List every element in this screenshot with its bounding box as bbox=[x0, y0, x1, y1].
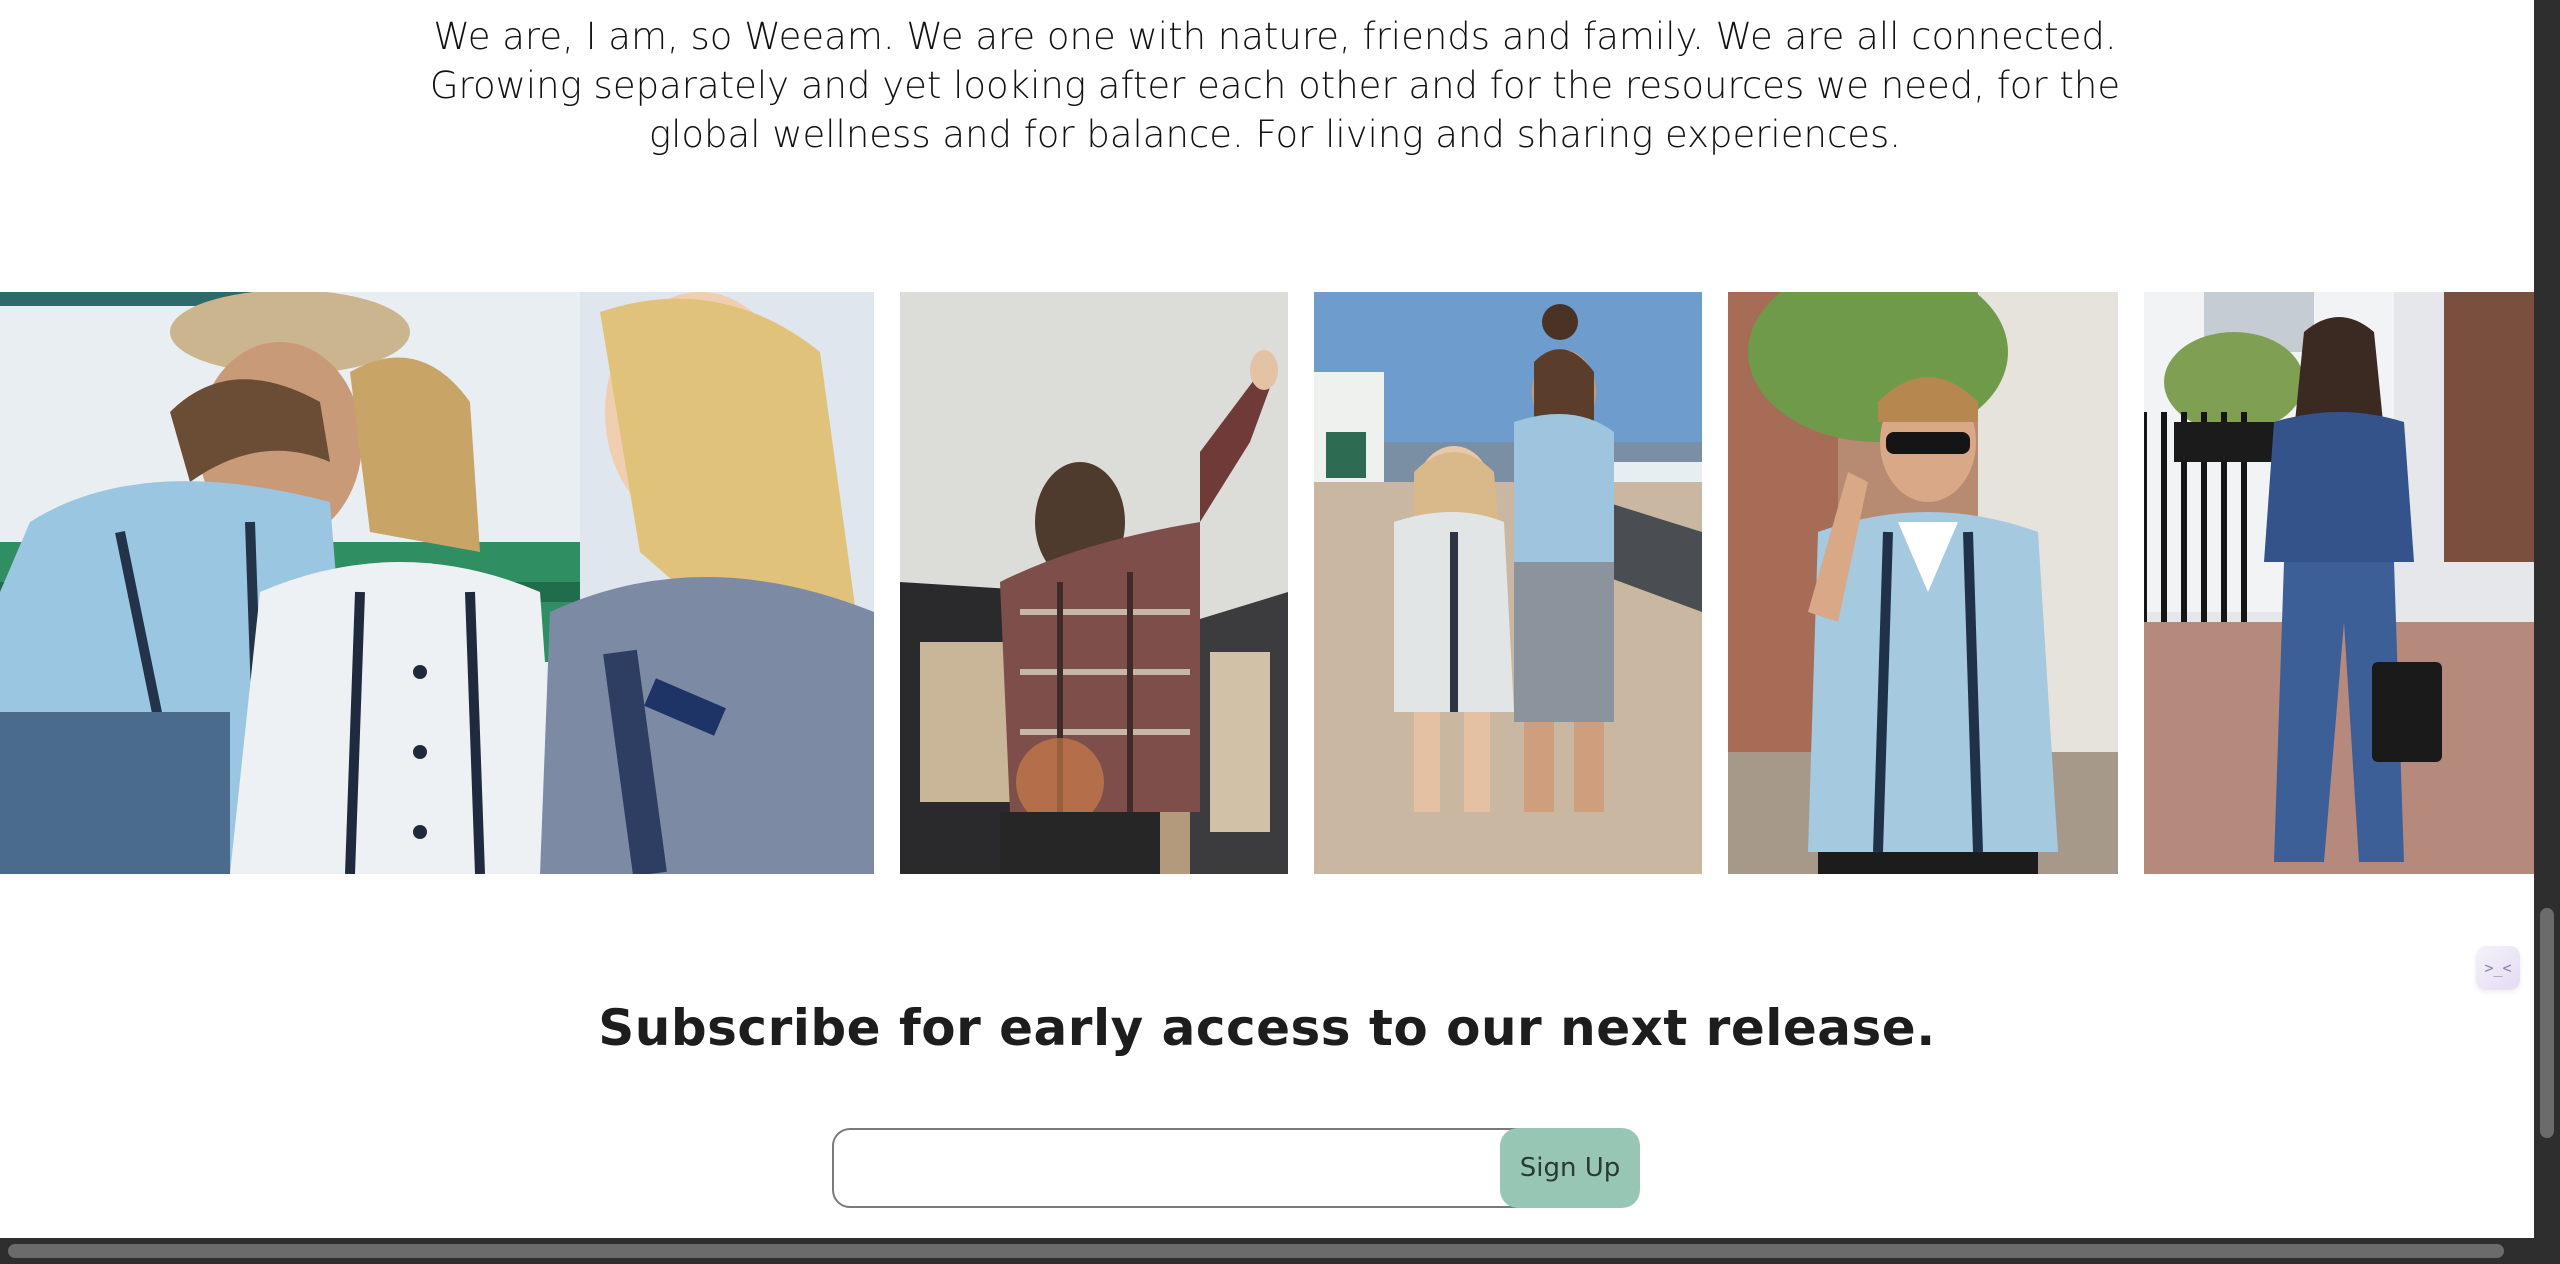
intro-line-2: Growing separately and yet looking after… bbox=[429, 64, 2121, 107]
photo-woman-car[interactable] bbox=[900, 292, 1288, 874]
signup-form: Sign Up bbox=[832, 1128, 1640, 1208]
photo-gallery bbox=[0, 292, 2534, 874]
subscribe-heading: Subscribe for early access to our next r… bbox=[598, 999, 1936, 1057]
horizontal-scrollbar-thumb[interactable] bbox=[8, 1244, 2504, 1258]
photo-mother-daughter-beach[interactable] bbox=[1314, 292, 1702, 874]
vertical-scrollbar[interactable] bbox=[2534, 0, 2560, 1238]
chat-widget-button[interactable]: >_< bbox=[2476, 946, 2520, 990]
chat-widget-icon: >_< bbox=[2484, 959, 2512, 977]
photo-man-sunglasses[interactable] bbox=[1728, 292, 2118, 874]
photo-woman-denim[interactable] bbox=[2144, 292, 2534, 874]
signup-button[interactable]: Sign Up bbox=[1500, 1128, 1640, 1208]
vertical-scrollbar-thumb[interactable] bbox=[2540, 908, 2554, 1138]
email-field[interactable] bbox=[832, 1128, 1584, 1208]
photo-man-sunglasses-image bbox=[1728, 292, 2118, 874]
photo-family-bench-image bbox=[0, 292, 874, 874]
intro-line-1: We are, I am, so Weeam. We are one with … bbox=[433, 15, 2117, 58]
intro-line-3: global wellness and for balance. For liv… bbox=[648, 113, 1902, 156]
photo-family-bench[interactable] bbox=[0, 292, 874, 874]
photo-woman-car-image bbox=[900, 292, 1288, 874]
page-viewport: We are, I am, so Weeam. We are one with … bbox=[0, 0, 2534, 1238]
photo-mother-daughter-beach-image bbox=[1314, 292, 1702, 874]
horizontal-scrollbar[interactable] bbox=[0, 1238, 2560, 1264]
photo-woman-denim-image bbox=[2144, 292, 2534, 874]
page: We are, I am, so Weeam. We are one with … bbox=[0, 0, 2560, 1264]
intro-text: We are, I am, so Weeam. We are one with … bbox=[420, 12, 2130, 159]
